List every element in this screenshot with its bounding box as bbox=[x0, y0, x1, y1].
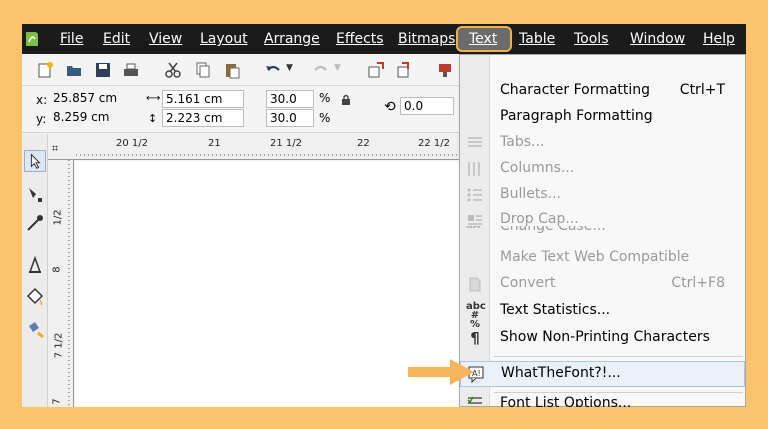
callout-arrow-icon bbox=[408, 359, 474, 385]
import-icon[interactable] bbox=[367, 61, 385, 79]
menu-window[interactable]: Window bbox=[630, 31, 685, 47]
y-position-field[interactable]: 8.259 cm bbox=[50, 109, 144, 127]
menu-view[interactable]: View bbox=[149, 31, 182, 47]
copy-icon[interactable] bbox=[194, 61, 212, 79]
standard-toolbar: ▼ ▼ bbox=[22, 54, 462, 86]
text-menu-dropdown: Character Formatting Ctrl+T Paragraph Fo… bbox=[459, 54, 746, 407]
fill-tool-icon[interactable] bbox=[24, 286, 46, 308]
ruler-ticks bbox=[68, 160, 70, 407]
menu-item-character-formatting[interactable]: Character Formatting Ctrl+T bbox=[460, 78, 745, 104]
scale-y-field[interactable]: 30.0 bbox=[266, 109, 314, 127]
menu-separator bbox=[494, 392, 743, 393]
menu-item-drop-cap[interactable]: Drop Cap... bbox=[460, 208, 745, 227]
property-bar: x: 25.857 cm y: 8.259 cm ⟷ 5.161 cm ↕ 2.… bbox=[22, 87, 462, 133]
menu-item-bullets[interactable]: Bullets... bbox=[460, 182, 745, 208]
menu-bar: File Edit View Layout Arrange Effects Bi… bbox=[22, 24, 746, 54]
freehand-tool-icon[interactable] bbox=[24, 254, 46, 276]
ruler-origin-icon[interactable]: ⌗ bbox=[52, 142, 58, 156]
lock-ratio-icon[interactable] bbox=[340, 94, 352, 106]
open-folder-icon[interactable] bbox=[65, 61, 83, 79]
toolbox bbox=[22, 134, 48, 407]
menu-item-columns[interactable]: Columns... bbox=[460, 156, 745, 182]
print-icon[interactable] bbox=[122, 61, 140, 79]
menu-layout[interactable]: Layout bbox=[200, 31, 248, 47]
ruler-label: 21 bbox=[208, 138, 221, 149]
paste-icon[interactable] bbox=[223, 61, 241, 79]
menu-item-tabs[interactable]: Tabs... bbox=[460, 130, 745, 156]
percent-x-label: % bbox=[319, 91, 331, 105]
shape-tool-icon[interactable] bbox=[24, 184, 46, 206]
cut-icon[interactable] bbox=[164, 61, 182, 79]
ruler-label: 7 bbox=[51, 398, 63, 405]
change-case-icon: aA bbox=[466, 226, 481, 231]
convert-icon bbox=[469, 277, 481, 292]
tabs-icon bbox=[468, 137, 482, 147]
menu-item-font-list-options[interactable]: Font List Options... bbox=[460, 395, 745, 407]
font-list-icon bbox=[467, 396, 482, 404]
ruler-label: 8 bbox=[51, 266, 63, 273]
menu-table[interactable]: Table bbox=[519, 31, 555, 47]
menu-item-change-case[interactable]: aA Change Case... bbox=[460, 226, 745, 236]
ruler-label: 7 1/2 bbox=[53, 332, 65, 359]
app-window: File Edit View Layout Arrange Effects Bi… bbox=[22, 24, 746, 407]
menu-item-whatthefont[interactable]: A! WhatTheFont?!... bbox=[460, 361, 745, 387]
drawing-canvas[interactable] bbox=[75, 161, 462, 407]
pilcrow-icon: ¶ bbox=[470, 329, 480, 347]
undo-dropdown-icon[interactable]: ▼ bbox=[286, 63, 293, 73]
vertical-ruler: 1/2 8 7 1/2 7 bbox=[48, 160, 74, 407]
columns-icon bbox=[468, 162, 480, 176]
scale-x-field[interactable]: 30.0 bbox=[266, 90, 314, 108]
bullets-icon bbox=[467, 188, 482, 202]
ruler-label: 1/2 bbox=[52, 209, 64, 226]
menu-help[interactable]: Help bbox=[703, 31, 735, 47]
crop-tool-icon[interactable] bbox=[24, 212, 46, 234]
menu-tools[interactable]: Tools bbox=[574, 31, 609, 47]
menu-item-paragraph-formatting[interactable]: Paragraph Formatting bbox=[460, 104, 745, 130]
ruler-label: 21 1/2 bbox=[270, 138, 302, 149]
menu-arrange[interactable]: Arrange bbox=[264, 31, 320, 47]
menu-item-convert[interactable]: Convert Ctrl+F8 bbox=[460, 271, 745, 297]
menu-effects[interactable]: Effects bbox=[336, 31, 384, 47]
menu-item-show-non-printing-characters[interactable]: ¶ Show Non-Printing Characters bbox=[460, 325, 745, 351]
menu-text[interactable]: Text bbox=[469, 31, 497, 47]
redo-dropdown-icon[interactable]: ▼ bbox=[334, 63, 341, 73]
ruler-ticks bbox=[76, 154, 462, 156]
publish-icon[interactable] bbox=[436, 61, 454, 79]
rotation-field[interactable]: 0.0 bbox=[400, 97, 454, 115]
menu-edit[interactable]: Edit bbox=[103, 31, 130, 47]
menu-file[interactable]: File bbox=[60, 31, 83, 47]
height-icon: ↕ bbox=[148, 112, 158, 125]
width-icon: ⟷ bbox=[146, 93, 161, 104]
menu-bitmaps[interactable]: Bitmaps bbox=[398, 31, 455, 47]
menu-item-make-text-web-compatible[interactable]: Make Text Web Compatible bbox=[460, 245, 745, 271]
menu-item-text-statistics[interactable]: abc # % Text Statistics... bbox=[460, 298, 745, 330]
x-position-field[interactable]: 25.857 cm bbox=[50, 90, 144, 108]
percent-y-label: % bbox=[319, 111, 331, 125]
save-icon[interactable] bbox=[94, 61, 112, 79]
interactive-fill-tool-icon[interactable] bbox=[24, 318, 46, 340]
new-document-icon[interactable] bbox=[36, 61, 54, 79]
rotate-icon: ⟲ bbox=[384, 99, 396, 115]
pick-tool-icon[interactable] bbox=[24, 150, 46, 172]
undo-icon[interactable] bbox=[264, 61, 282, 79]
ruler-label: 20 1/2 bbox=[116, 138, 148, 149]
y-label: y: bbox=[36, 112, 47, 126]
redo-icon[interactable] bbox=[312, 61, 330, 79]
ruler-label: 22 1/2 bbox=[418, 138, 450, 149]
export-icon[interactable] bbox=[396, 61, 414, 79]
menu-separator bbox=[494, 356, 743, 357]
coreldraw-app-icon[interactable] bbox=[24, 30, 40, 48]
x-label: x: bbox=[36, 93, 48, 107]
text-statistics-icon: abc # % bbox=[466, 301, 486, 330]
horizontal-ruler: ⌗ 20 1/2 21 21 1/2 22 22 1/2 bbox=[48, 134, 462, 160]
height-field[interactable]: 2.223 cm bbox=[162, 109, 244, 127]
width-field[interactable]: 5.161 cm bbox=[162, 90, 244, 108]
ruler-label: 22 bbox=[357, 138, 370, 149]
